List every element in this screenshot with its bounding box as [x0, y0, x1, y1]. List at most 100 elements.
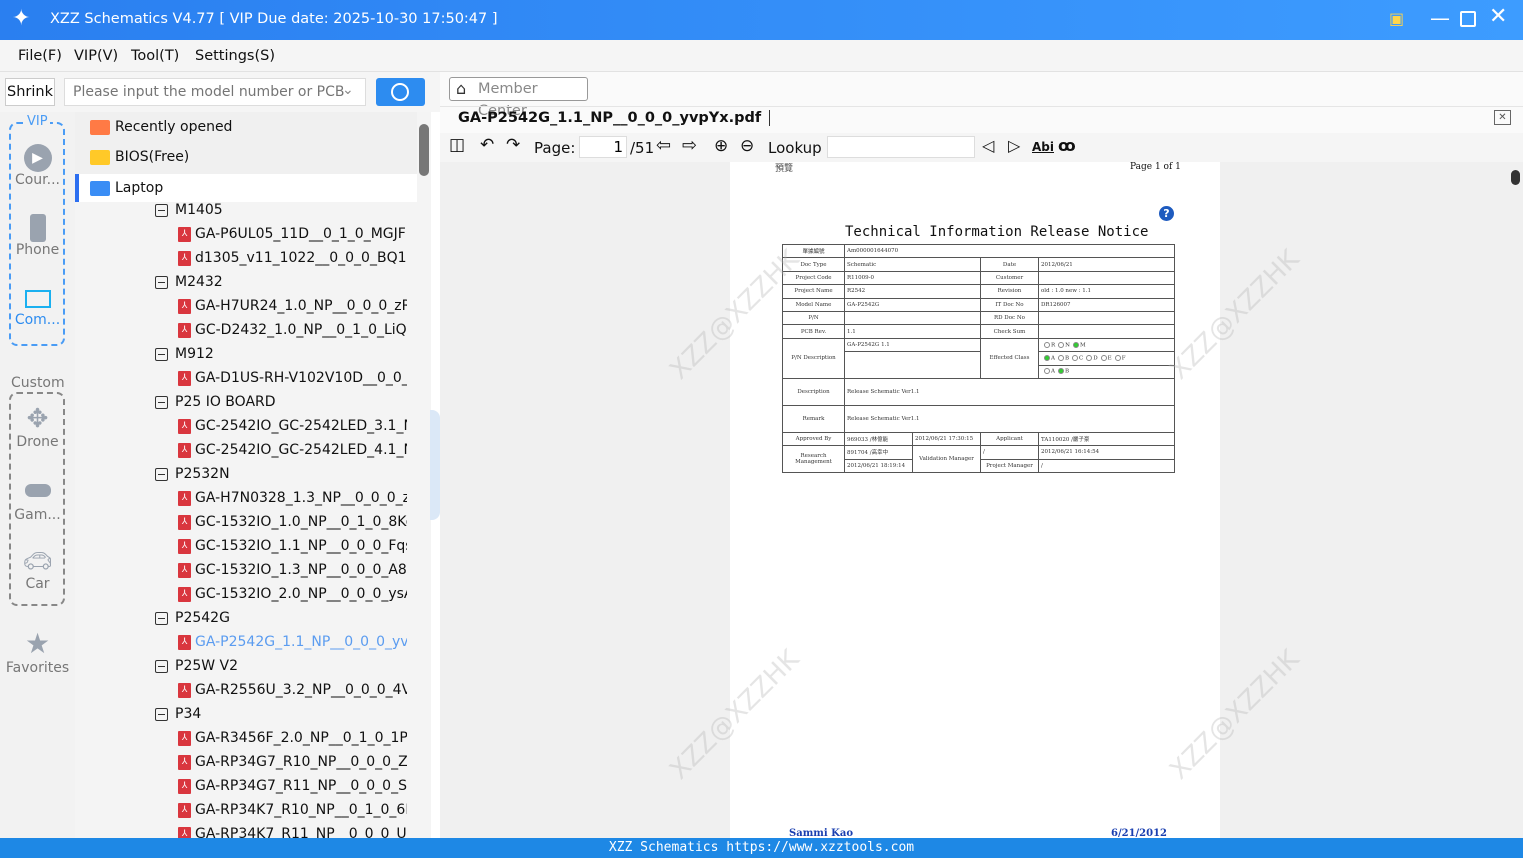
tree-group[interactable]: M912 — [75, 342, 415, 366]
page-total: /51 — [630, 139, 655, 157]
class-radio — [1100, 355, 1107, 362]
tree-file[interactable]: ⅄ GA-P2542G_1.1_NP__0_0_0_yvp — [75, 630, 415, 654]
doc-header-right: Page 1 of 1 — [1130, 162, 1181, 172]
tree-file[interactable]: ⅄ GA-R2556U_3.2_NP__0_0_0_4V9 — [75, 678, 415, 702]
tree-file[interactable]: ⅄ GA-RP34K7_R11_NP__0_0_0_UF — [75, 822, 415, 838]
pdf-file-icon: ⅄ — [178, 251, 191, 266]
collapse-icon[interactable] — [155, 468, 168, 481]
search-button[interactable] — [376, 78, 425, 106]
next-page-icon[interactable]: ⇨ — [682, 135, 697, 156]
page-input[interactable] — [579, 136, 627, 158]
pdf-file-icon: ⅄ — [178, 443, 191, 458]
member-center-button[interactable]: ⌂ Member Center — [449, 77, 588, 119]
class-radio-row: ABCDEF — [1038, 351, 1175, 366]
viewer-scrollbar-thumb[interactable] — [1511, 170, 1520, 185]
rail-item-games[interactable]: Gam... — [0, 482, 75, 523]
lookup-label: Lookup — [768, 139, 822, 157]
pdf-file-icon: ⅄ — [178, 827, 191, 838]
tree-file[interactable]: ⅄ GC-1532IO_1.3_NP__0_0_0_A8F( — [75, 558, 415, 582]
menu-file[interactable]: File(F) — [18, 48, 62, 64]
shrink-button[interactable]: Shrink — [5, 78, 55, 106]
find-previous-icon[interactable]: ◁ — [982, 136, 994, 155]
tree-scrollbar-thumb[interactable] — [419, 124, 429, 176]
star-icon: ★ — [24, 627, 51, 660]
rail-item-phone[interactable]: Phone — [0, 214, 75, 258]
briefcase-icon[interactable]: ▣ — [1389, 9, 1404, 28]
close-document-icon[interactable]: ✕ — [1494, 110, 1511, 125]
collapse-icon[interactable] — [155, 276, 168, 289]
folder-recently-opened[interactable]: Recently opened — [75, 115, 415, 139]
class-radio — [1058, 341, 1065, 348]
tree-file[interactable]: ⅄ GA-H7UR24_1.0_NP__0_0_0_zRp — [75, 294, 415, 318]
zoom-in-icon[interactable]: ⊕ — [714, 136, 728, 156]
tree-file[interactable]: ⅄ d1305_v11_1022__0_0_0_BQ120 — [75, 246, 415, 270]
tree-group[interactable]: P2542G — [75, 606, 415, 630]
rail-item-favorites[interactable]: ★ Favorites — [0, 627, 75, 677]
rail-item-drone[interactable]: ✥ Drone — [0, 404, 75, 450]
rail-item-computer[interactable]: Com... — [0, 286, 75, 328]
folder-laptop[interactable]: Laptop — [75, 174, 417, 202]
chevron-down-icon[interactable]: ⌄ — [342, 82, 354, 98]
zoom-out-icon[interactable]: ⊖ — [740, 136, 754, 156]
document-tab[interactable]: GA-P2542G_1.1_NP__0_0_0_yvpYx.pdf — [458, 110, 771, 126]
find-next-icon[interactable]: ▷ — [1008, 136, 1020, 155]
search-icon — [391, 83, 409, 101]
collapse-icon[interactable] — [155, 204, 168, 217]
close-button[interactable]: ✕ — [1489, 4, 1507, 29]
menu-tool[interactable]: Tool(T) — [131, 48, 179, 64]
match-case-icon[interactable]: Abi — [1032, 140, 1054, 154]
panel-splitter-handle[interactable] — [430, 410, 440, 520]
drone-icon: ✥ — [26, 404, 49, 434]
folder-bios[interactable]: BIOS(Free) — [75, 145, 415, 169]
pdf-file-icon: ⅄ — [178, 539, 191, 554]
tree-group[interactable]: P25W V2 — [75, 654, 415, 678]
doc-table-row: Doc Type Schematic Date 2012/06/21 — [782, 257, 1175, 272]
tree-group[interactable]: P2532N — [75, 462, 415, 486]
category-rail: VIP ▶ Cour... Phone Com... Custom ✥ Drone … — [0, 72, 75, 838]
tree-file[interactable]: ⅄ GC-2542IO_GC-2542LED_4.1_NP — [75, 438, 415, 462]
collapse-icon[interactable] — [155, 612, 168, 625]
rotate-left-icon[interactable]: ↶ — [480, 135, 494, 155]
lookup-input[interactable] — [827, 136, 975, 158]
tree-file[interactable]: ⅄ GC-D2432_1.0_NP__0_1_0_LiQ7I — [75, 318, 415, 342]
tree-file[interactable]: ⅄ GA-D1US-RH-V102V10D__0_0_ — [75, 366, 415, 390]
phone-icon — [29, 214, 46, 242]
previous-page-icon[interactable]: ⇦ — [656, 135, 671, 156]
collapse-icon[interactable] — [155, 396, 168, 409]
tree-file[interactable]: ⅄ GA-P6UL05_11D__0_1_0_MGJFh — [75, 222, 415, 246]
tree-top-folders: Recently opened BIOS(Free) Laptop — [75, 112, 417, 202]
tree-file[interactable]: ⅄ GA-RP34G7_R11_NP__0_0_0_SN — [75, 774, 415, 798]
tree-group[interactable]: M2432 — [75, 270, 415, 294]
class-radio-row: AB — [1038, 364, 1175, 379]
tree-file[interactable]: ⅄ GA-H7N0328_1.3_NP__0_0_0_z5 — [75, 486, 415, 510]
tree-group[interactable]: P34 — [75, 702, 415, 726]
class-radio — [1072, 341, 1079, 348]
tree-file[interactable]: ⅄ GC-2542IO_GC-2542LED_3.1_NP — [75, 414, 415, 438]
page-label: Page: — [534, 139, 576, 157]
rail-item-car[interactable]: 🚗︎ Car — [0, 546, 75, 592]
maximize-button[interactable] — [1460, 11, 1476, 27]
minimize-button[interactable]: — — [1430, 6, 1450, 30]
two-page-icon[interactable]: ◫ — [449, 135, 465, 155]
collapse-icon[interactable] — [155, 708, 168, 721]
search-input[interactable] — [64, 78, 366, 106]
tree-file[interactable]: ⅄ GA-R3456F_2.0_NP__0_1_0_1PB — [75, 726, 415, 750]
pdf-file-icon: ⅄ — [178, 227, 191, 242]
menu-settings[interactable]: Settings(S) — [195, 48, 275, 64]
class-radio — [1057, 368, 1064, 375]
rotate-right-icon[interactable]: ↷ — [506, 135, 520, 155]
collapse-icon[interactable] — [155, 660, 168, 673]
collapse-icon[interactable] — [155, 348, 168, 361]
class-radio — [1044, 341, 1050, 348]
binoculars-icon[interactable]: ꝏ — [1058, 136, 1076, 155]
help-icon[interactable]: ? — [1159, 206, 1174, 221]
tree-file[interactable]: ⅄ GC-1532IO_1.0_NP__0_1_0_8KoI — [75, 510, 415, 534]
tree-group[interactable]: P25 IO BOARD — [75, 390, 415, 414]
rail-item-courses[interactable]: ▶ Cour... — [0, 144, 75, 188]
tree-file[interactable]: ⅄ GA-RP34G7_R10_NP__0_0_0_ZN — [75, 750, 415, 774]
menu-vip[interactable]: VIP(V) — [74, 48, 118, 64]
doc-table-row: P/N RD Doc No — [782, 310, 1175, 326]
tree-file[interactable]: ⅄ GA-RP34K7_R10_NP__0_1_0_6B — [75, 798, 415, 822]
tree-file[interactable]: ⅄ GC-1532IO_1.1_NP__0_0_0_Fqsz — [75, 534, 415, 558]
tree-file[interactable]: ⅄ GC-1532IO_2.0_NP__0_0_0_ysA1 — [75, 582, 415, 606]
